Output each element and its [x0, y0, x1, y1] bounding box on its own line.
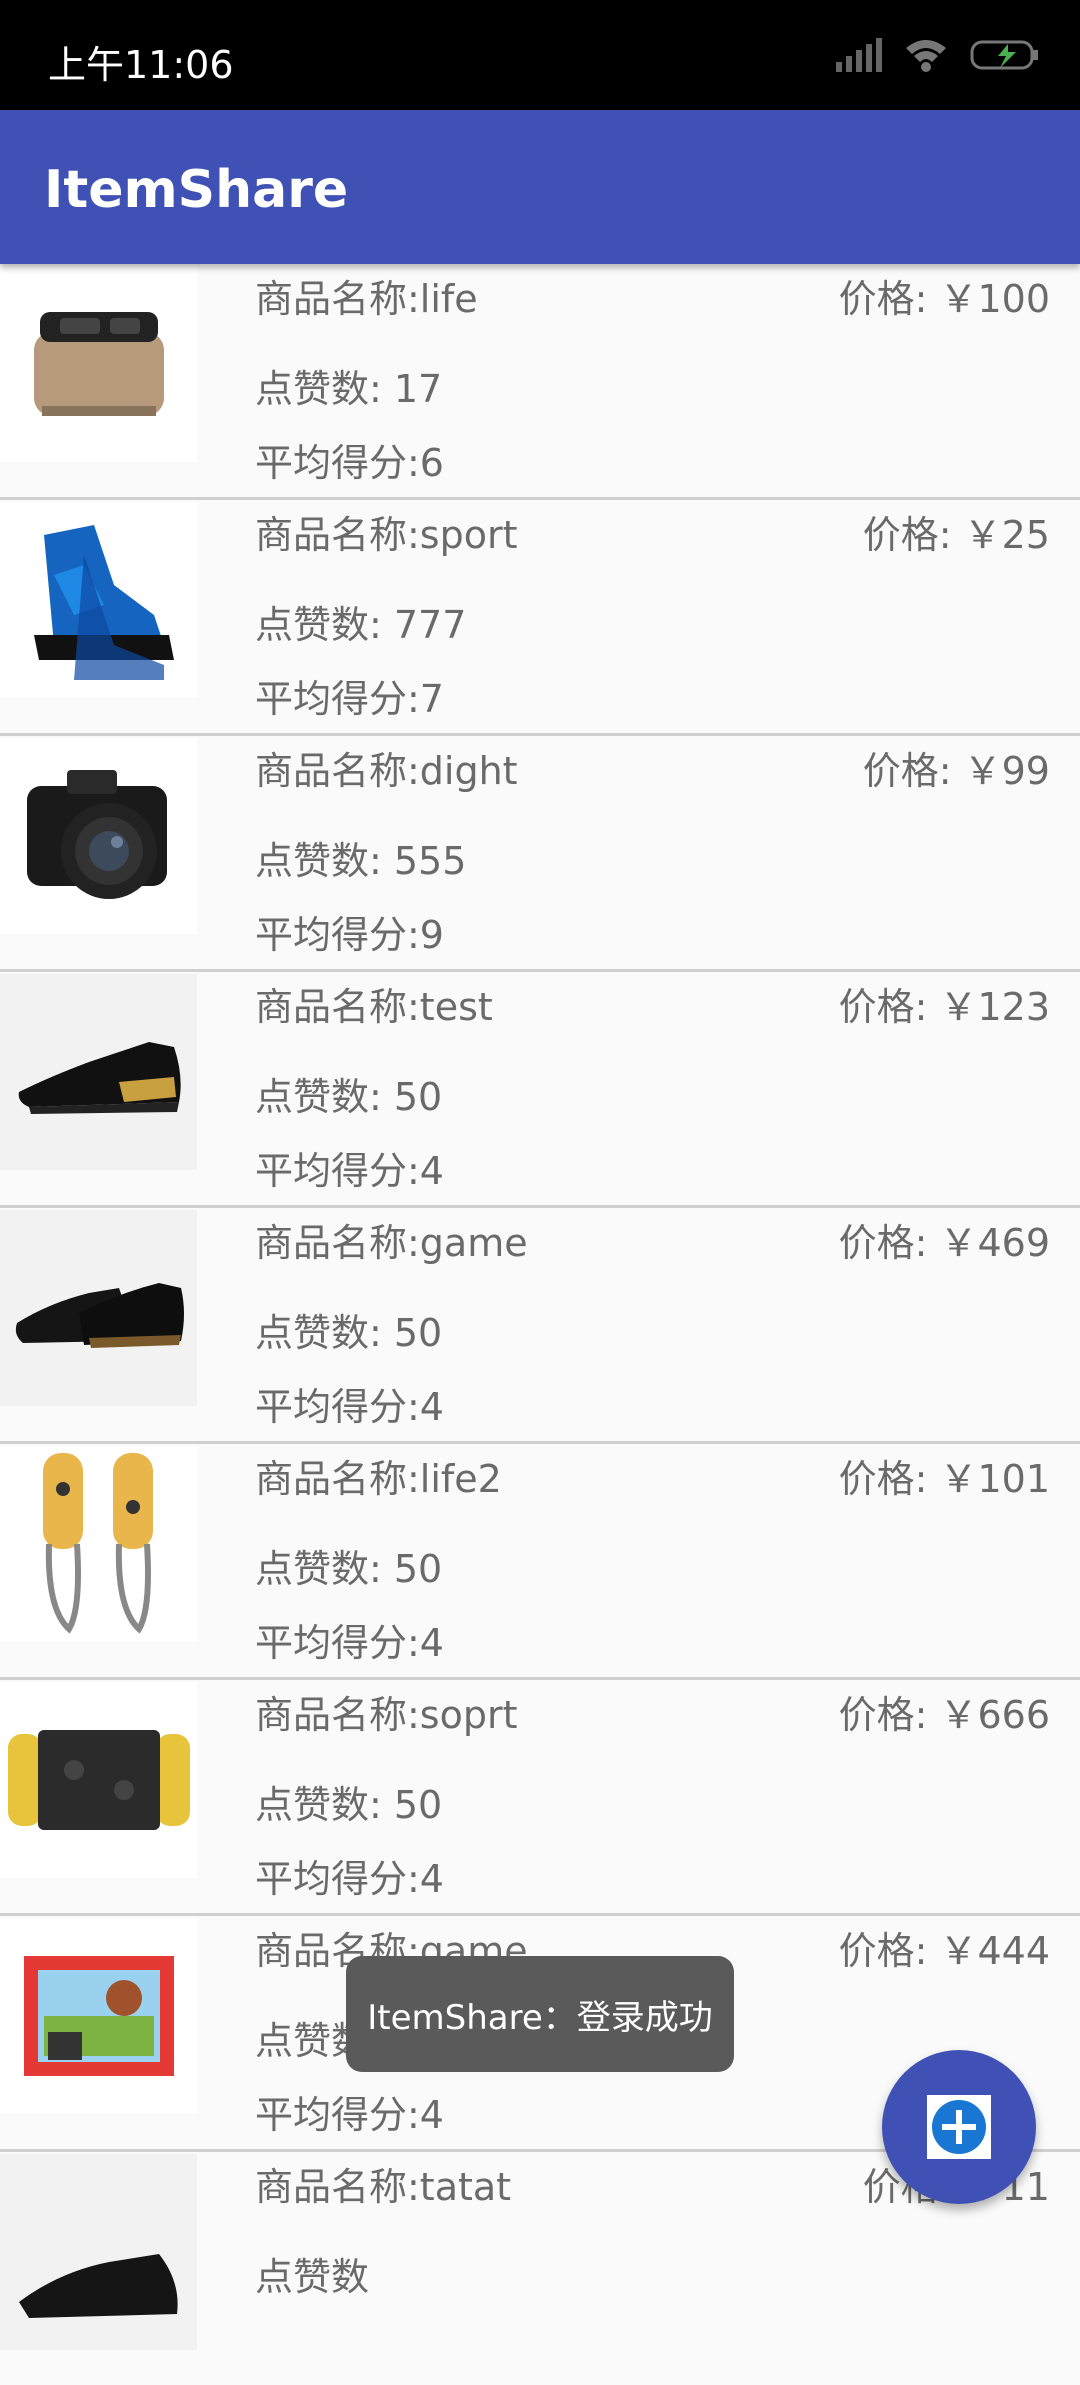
item-thumbnail — [0, 974, 197, 1170]
battery-icon — [970, 40, 1038, 70]
item-score: 平均得分:9 — [255, 913, 444, 957]
list-item[interactable]: 商品名称:life 价格: ￥100 点赞数: 17 平均得分:6 — [0, 264, 1080, 500]
item-price: 价格: ￥444 — [838, 1929, 1050, 1973]
item-score: 平均得分:4 — [255, 2093, 444, 2137]
item-price: 价格: ￥25 — [862, 513, 1050, 557]
item-score: 平均得分:7 — [255, 677, 444, 721]
item-likes: 点赞数 — [255, 2255, 370, 2299]
list-item[interactable]: 商品名称:dight 价格: ￥99 点赞数: 555 平均得分:9 — [0, 736, 1080, 972]
signal-icon — [836, 38, 882, 72]
item-likes: 点赞数: 777 — [255, 603, 467, 647]
list-item[interactable]: 商品名称:sport 价格: ￥25 点赞数: 777 平均得分:7 — [0, 500, 1080, 736]
item-name: 商品名称:soprt — [255, 1693, 518, 1737]
item-thumbnail — [0, 1918, 197, 2114]
add-icon — [927, 2095, 991, 2159]
black-shoe-icon — [18, 2254, 178, 2318]
item-likes: 点赞数: 50 — [255, 1547, 443, 1591]
item-price: 价格: ￥123 — [838, 985, 1050, 1029]
item-name: 商品名称:life2 — [255, 1457, 502, 1501]
item-thumbnail — [0, 1446, 197, 1642]
joycon-controllers-icon — [42, 1453, 153, 1634]
item-likes: 点赞数: 50 — [255, 1075, 443, 1119]
item-likes: 点赞数: 555 — [255, 839, 467, 883]
item-score: 平均得分:6 — [255, 441, 444, 485]
item-likes: 点赞数: 17 — [255, 367, 443, 411]
item-thumbnail — [0, 502, 197, 698]
status-bar: 上午11:06 — [0, 0, 1080, 110]
item-name: 商品名称:dight — [255, 749, 518, 793]
item-thumbnail — [0, 1210, 197, 1406]
item-score: 平均得分:4 — [255, 1385, 444, 1429]
status-icons — [836, 38, 1040, 72]
list-item[interactable]: 商品名称:game 价格: ￥469 点赞数: 50 平均得分:4 — [0, 1208, 1080, 1444]
item-likes: 点赞数: 50 — [255, 1311, 443, 1355]
item-score: 平均得分:4 — [255, 1621, 444, 1665]
item-name: 商品名称:sport — [255, 513, 518, 557]
list-item[interactable]: 商品名称:life2 价格: ￥101 点赞数: 50 平均得分:4 — [0, 1444, 1080, 1680]
camera-icon — [26, 770, 167, 899]
item-thumbnail — [0, 2154, 197, 2350]
black-shoe-icon — [18, 1042, 181, 1114]
app-title: ItemShare — [44, 160, 349, 220]
list-item[interactable]: 商品名称:soprt 价格: ￥666 点赞数: 50 平均得分:4 — [0, 1680, 1080, 1916]
item-price: 价格: ￥666 — [838, 1693, 1050, 1737]
switch-box-icon — [23, 1956, 174, 2076]
app-bar: ItemShare — [0, 110, 1080, 264]
item-name: 商品名称:life — [255, 277, 478, 321]
switch-console-icon — [7, 1730, 190, 1830]
toast-message: ItemShare：登录成功 — [346, 1956, 734, 2072]
item-score: 平均得分:4 — [255, 1857, 444, 1901]
add-item-button[interactable] — [882, 2050, 1036, 2204]
item-price: 价格: ￥100 — [838, 277, 1050, 321]
black-shoes-pair-icon — [15, 1283, 184, 1348]
blue-sneaker-icon — [33, 525, 174, 680]
item-name: 商品名称:game — [255, 1221, 528, 1265]
item-thumbnail — [0, 738, 197, 934]
item-thumbnail — [0, 266, 197, 462]
list-item[interactable]: 商品名称:test 价格: ￥123 点赞数: 50 平均得分:4 — [0, 972, 1080, 1208]
item-thumbnail — [0, 1682, 197, 1878]
bread-maker-icon — [33, 312, 164, 416]
item-price: 价格: ￥469 — [838, 1221, 1050, 1265]
item-likes: 点赞数: 50 — [255, 1783, 443, 1827]
item-price: 价格: ￥99 — [862, 749, 1050, 793]
item-score: 平均得分:4 — [255, 1149, 444, 1193]
wifi-icon — [906, 40, 946, 72]
item-name: 商品名称:test — [255, 985, 493, 1029]
status-time: 上午11:06 — [48, 43, 234, 87]
item-price: 价格: ￥101 — [838, 1457, 1050, 1501]
item-name: 商品名称:tatat — [255, 2165, 512, 2209]
